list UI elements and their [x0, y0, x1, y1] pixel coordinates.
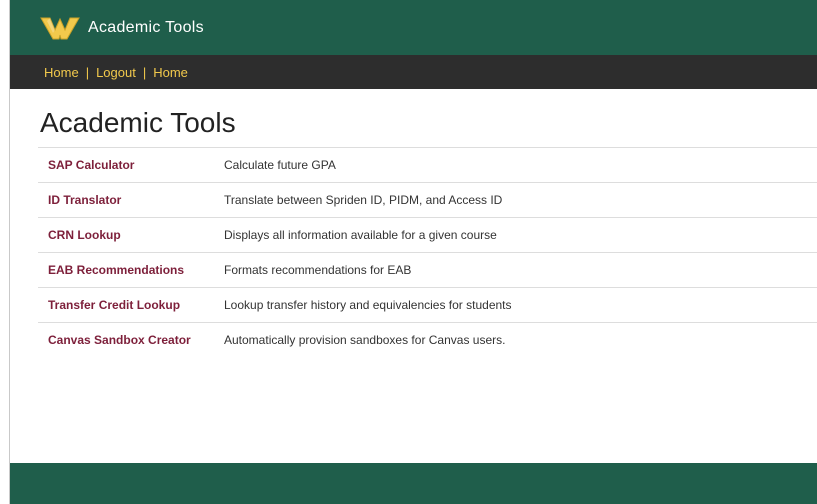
main-content: Academic Tools SAP Calculator Calculate …	[10, 89, 817, 463]
table-row: ID Translator Translate between Spriden …	[38, 182, 817, 218]
wsu-w-logo-icon[interactable]	[40, 15, 80, 41]
app-title: Academic Tools	[88, 18, 204, 36]
tool-description: Lookup transfer history and equivalencie…	[224, 287, 817, 323]
tool-link-eab-recommendations[interactable]: EAB Recommendations	[48, 263, 184, 277]
top-header: Academic Tools	[10, 0, 817, 55]
nav-home-link[interactable]: Home	[44, 65, 79, 80]
tool-description: Calculate future GPA	[224, 147, 817, 183]
tool-link-transfer-credit-lookup[interactable]: Transfer Credit Lookup	[48, 298, 180, 312]
tool-name-cell: SAP Calculator	[38, 147, 224, 183]
table-row: SAP Calculator Calculate future GPA	[38, 147, 817, 183]
table-row: CRN Lookup Displays all information avai…	[38, 217, 817, 253]
nav-separator: |	[85, 64, 90, 80]
tool-link-id-translator[interactable]: ID Translator	[48, 193, 121, 207]
table-row: EAB Recommendations Formats recommendati…	[38, 252, 817, 288]
tool-name-cell: Canvas Sandbox Creator	[38, 322, 224, 357]
tool-description: Displays all information available for a…	[224, 217, 817, 253]
app-window: Academic Tools Home | Logout | Home Acad…	[0, 0, 817, 504]
nav-separator: |	[142, 64, 147, 80]
tool-name-cell: EAB Recommendations	[38, 252, 224, 288]
window-edge	[0, 0, 10, 504]
tool-link-canvas-sandbox-creator[interactable]: Canvas Sandbox Creator	[48, 333, 191, 347]
tool-description: Translate between Spriden ID, PIDM, and …	[224, 182, 817, 218]
nav-bar: Home | Logout | Home	[10, 55, 817, 89]
nav-logout-link[interactable]: Logout	[96, 65, 136, 80]
tool-name-cell: CRN Lookup	[38, 217, 224, 253]
tool-description: Formats recommendations for EAB	[224, 252, 817, 288]
tools-table: SAP Calculator Calculate future GPA ID T…	[38, 147, 817, 357]
page-title: Academic Tools	[40, 107, 236, 138]
nav-home-link-2[interactable]: Home	[153, 65, 188, 80]
footer-bar	[10, 463, 817, 504]
tool-name-cell: ID Translator	[38, 182, 224, 218]
tool-link-sap-calculator[interactable]: SAP Calculator	[48, 158, 134, 172]
tool-description: Automatically provision sandboxes for Ca…	[224, 322, 817, 357]
table-row: Canvas Sandbox Creator Automatically pro…	[38, 322, 817, 357]
tool-name-cell: Transfer Credit Lookup	[38, 287, 224, 323]
table-row: Transfer Credit Lookup Lookup transfer h…	[38, 287, 817, 323]
tool-link-crn-lookup[interactable]: CRN Lookup	[48, 228, 121, 242]
